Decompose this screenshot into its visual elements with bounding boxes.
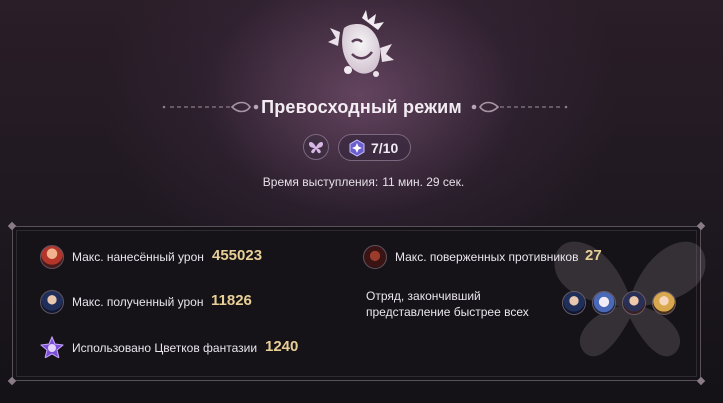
character-avatar — [40, 245, 64, 269]
mode-badge — [303, 134, 329, 160]
page-title: Превосходный режим — [261, 97, 462, 117]
team-member-avatar — [652, 291, 676, 315]
stat-value: 27 — [585, 247, 602, 264]
theater-mask-emblem-icon — [328, 10, 394, 77]
team-member-avatar — [562, 291, 586, 315]
performance-duration: Время выступления: 11 мин. 29 сек. — [0, 175, 723, 189]
duration-label: Время выступления: — [262, 175, 379, 189]
team-member-avatar — [592, 291, 616, 315]
stat-value: 455023 — [212, 247, 263, 264]
progress-badge: 7/10 — [338, 134, 411, 161]
stat-value: 1240 — [265, 338, 299, 355]
stat-max-damage-dealt: Макс. нанесённый урон 455023 — [40, 245, 340, 271]
ornament-right-icon — [471, 101, 568, 113]
butterfly-icon — [309, 142, 323, 154]
progress-value: 7/10 — [371, 140, 399, 156]
stat-label: Макс. полученный урон — [72, 295, 204, 309]
team-member-avatar — [622, 291, 646, 315]
stat-value: 11826 — [211, 292, 252, 309]
mode-badges: 7/10 — [0, 134, 723, 162]
hexagon-star-icon — [349, 139, 365, 157]
stat-fantasia-flowers: Использовано Цветков фантазии 1240 — [40, 336, 340, 362]
stat-label: Макс. нанесённый урон — [72, 250, 204, 264]
stat-max-damage-taken: Макс. полученный урон 11826 — [40, 290, 340, 316]
fantasia-flower-icon — [40, 336, 64, 360]
duration-value: 11 мин. 29 сек. — [382, 175, 465, 189]
character-avatar — [40, 290, 64, 314]
stat-label: Макс. поверженных противников — [395, 250, 579, 264]
title-row: Превосходный режим — [0, 92, 723, 124]
stat-max-enemies-defeated: Макс. поверженных противников 27 — [363, 245, 663, 271]
fastest-team-label: Отряд, закончивший представление быстрее… — [366, 289, 529, 319]
stat-label: Использовано Цветков фантазии — [72, 341, 258, 355]
enemy-avatar — [363, 245, 387, 269]
